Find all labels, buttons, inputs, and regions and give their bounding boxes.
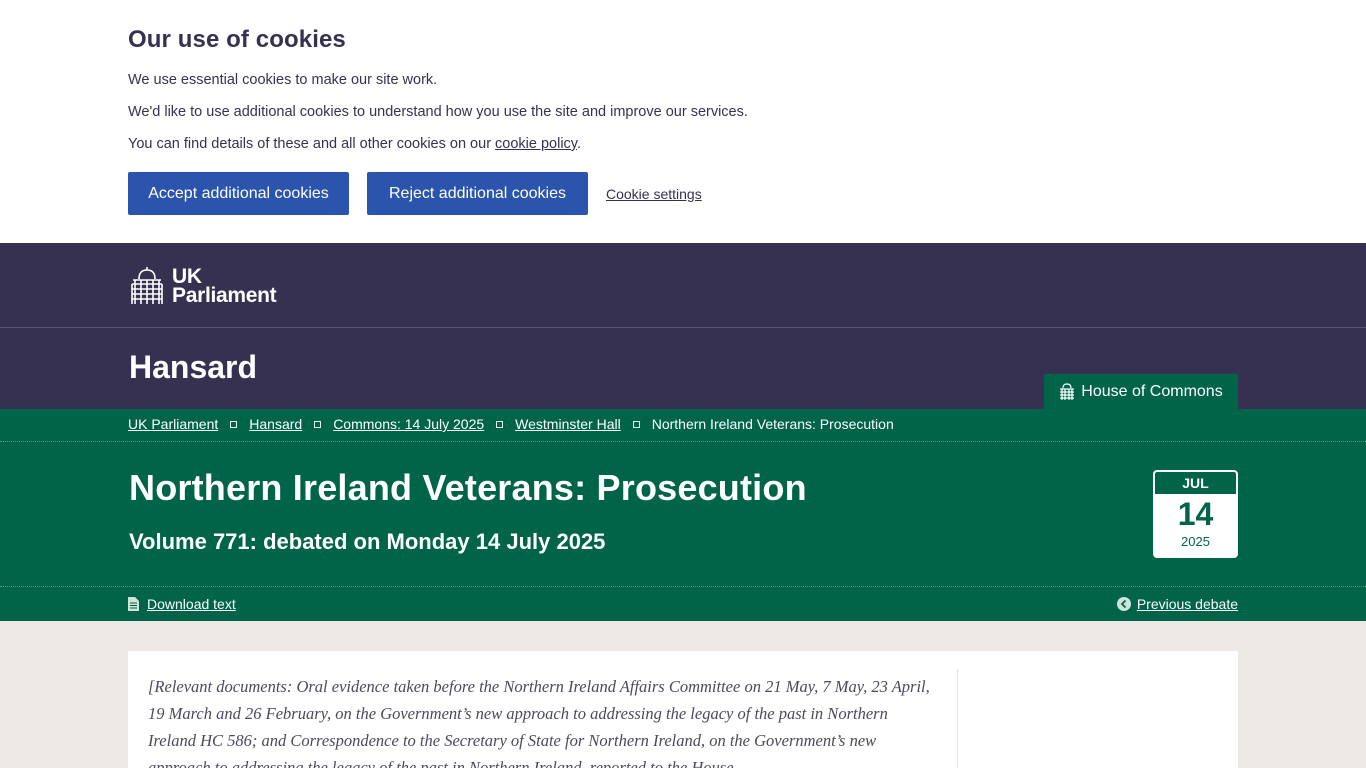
portcullis-icon <box>1060 383 1075 400</box>
relevant-documents-text: [Relevant documents: Oral evidence taken… <box>148 677 930 768</box>
breadcrumb-separator-icon <box>496 420 504 428</box>
breadcrumb-current: Northern Ireland Veterans: Prosecution <box>651 416 894 432</box>
cookie-text-details: You can find details of these and all ot… <box>128 136 1238 153</box>
debate-title: Northern Ireland Veterans: Prosecution <box>129 467 807 508</box>
dotted-divider <box>0 441 1366 442</box>
breadcrumb-separator-icon <box>314 420 322 428</box>
debate-subtitle: Volume 771: debated on Monday 14 July 20… <box>129 529 606 554</box>
main-content: [Relevant documents: Oral evidence taken… <box>0 621 1366 768</box>
cookie-policy-link[interactable]: cookie policy <box>495 136 577 152</box>
cookie-settings-link[interactable]: Cookie settings <box>606 186 702 202</box>
calendar-day: 14 <box>1177 496 1214 532</box>
previous-debate[interactable]: Previous debate <box>1116 596 1238 612</box>
debate-header: UK Parliament Hansard Commons: 14 July 2… <box>0 409 1366 621</box>
cookie-banner: Our use of cookies We use essential cook… <box>0 0 1366 243</box>
debate-content-card: [Relevant documents: Oral evidence taken… <box>128 651 1238 768</box>
breadcrumb-hansard[interactable]: Hansard <box>249 416 302 432</box>
breadcrumb-commons-date[interactable]: Commons: 14 July 2025 <box>333 416 484 432</box>
column-divider <box>957 669 958 768</box>
reject-cookies-button[interactable]: Reject additional cookies <box>367 172 588 215</box>
calendar-year: 2025 <box>1181 534 1210 549</box>
calendar-date: JUL 14 2025 <box>1153 470 1238 558</box>
breadcrumb-uk-parliament[interactable]: UK Parliament <box>128 416 218 432</box>
previous-debate-link[interactable]: Previous debate <box>1137 596 1238 612</box>
cookie-banner-title: Our use of cookies <box>128 26 346 53</box>
uk-parliament-logo[interactable]: UK Parliament <box>129 265 277 307</box>
calendar-month: JUL <box>1155 472 1236 494</box>
accept-cookies-button[interactable]: Accept additional cookies <box>128 172 349 215</box>
uk-parliament-wordmark: UK Parliament <box>172 266 277 307</box>
cookie-buttons: Accept additional cookies Reject additio… <box>128 172 1238 215</box>
cookie-text-prefix: You can find details of these and all ot… <box>128 136 496 152</box>
header-divider <box>0 327 1366 328</box>
cookie-text-essential: We use essential cookies to make our sit… <box>128 72 438 88</box>
house-of-commons-tab[interactable]: House of Commons <box>1044 374 1238 409</box>
portcullis-icon <box>131 267 163 304</box>
dotted-divider <box>0 586 1366 587</box>
house-of-commons-label: House of Commons <box>1081 382 1223 400</box>
site-title[interactable]: Hansard <box>129 349 257 386</box>
site-header: UK Parliament Hansard House of Commons <box>0 243 1366 409</box>
brand-line-2: Parliament <box>172 284 277 307</box>
breadcrumb-westminster-hall[interactable]: Westminster Hall <box>515 416 621 432</box>
breadcrumb-separator-icon <box>632 420 640 428</box>
document-icon <box>128 597 139 611</box>
download-text[interactable]: Download text <box>128 596 236 612</box>
breadcrumb-separator-icon <box>230 420 238 428</box>
cookie-text-suffix: . <box>577 136 582 152</box>
breadcrumb: UK Parliament Hansard Commons: 14 July 2… <box>128 416 894 432</box>
cookie-text-additional: We'd like to use additional cookies to u… <box>128 104 748 120</box>
chevron-left-circle-icon <box>1116 597 1131 611</box>
download-text-link[interactable]: Download text <box>147 596 236 612</box>
